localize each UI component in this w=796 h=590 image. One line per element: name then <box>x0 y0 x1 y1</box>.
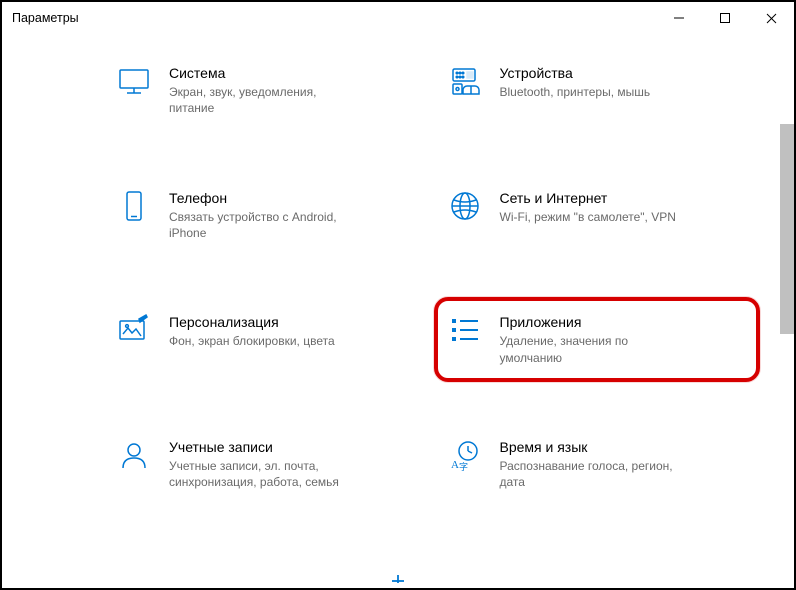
accounts-icon <box>117 438 151 472</box>
settings-content: Система Экран, звук, уведомления, питани… <box>2 34 778 588</box>
category-title: Приложения <box>500 313 680 331</box>
category-subtitle: Bluetooth, принтеры, мышь <box>500 84 651 100</box>
personalization-icon <box>117 313 151 347</box>
window-title: Параметры <box>12 11 79 25</box>
apps-icon <box>448 313 482 347</box>
maximize-button[interactable] <box>702 2 748 34</box>
category-accounts[interactable]: Учетные записи Учетные записи, эл. почта… <box>117 438 408 491</box>
window-controls <box>656 2 794 34</box>
category-network[interactable]: Сеть и Интернет Wi-Fi, режим "в самолете… <box>448 189 739 242</box>
category-title: Персонализация <box>169 313 335 331</box>
category-system[interactable]: Система Экран, звук, уведомления, питани… <box>117 64 408 117</box>
scrollbar[interactable] <box>778 34 794 588</box>
settings-window: Параметры <box>0 0 796 590</box>
scrollbar-thumb[interactable] <box>780 124 794 334</box>
partial-icon <box>386 572 410 590</box>
category-time-language[interactable]: A 字 Время и язык Распознавание голоса, р… <box>448 438 739 491</box>
category-title: Учетные записи <box>169 438 349 456</box>
category-title: Телефон <box>169 189 349 207</box>
category-title: Сеть и Интернет <box>500 189 676 207</box>
svg-text:字: 字 <box>459 461 468 472</box>
time-language-icon: A 字 <box>448 438 482 472</box>
category-title: Система <box>169 64 349 82</box>
category-subtitle: Учетные записи, эл. почта, синхронизация… <box>169 458 349 490</box>
devices-icon <box>448 64 482 98</box>
phone-icon <box>117 189 151 223</box>
svg-text:A: A <box>451 459 459 471</box>
monitor-icon <box>117 64 151 98</box>
network-icon <box>448 189 482 223</box>
titlebar: Параметры <box>2 2 794 34</box>
category-subtitle: Распознавание голоса, регион, дата <box>500 458 680 490</box>
category-subtitle: Wi-Fi, режим "в самолете", VPN <box>500 209 676 225</box>
category-apps[interactable]: Приложения Удаление, значения по умолчан… <box>434 297 761 382</box>
category-devices[interactable]: Устройства Bluetooth, принтеры, мышь <box>448 64 739 117</box>
category-title: Устройства <box>500 64 651 82</box>
category-personalization[interactable]: Персонализация Фон, экран блокировки, цв… <box>117 313 408 366</box>
category-title: Время и язык <box>500 438 680 456</box>
category-phone[interactable]: Телефон Связать устройство с Android, iP… <box>117 189 408 242</box>
minimize-button[interactable] <box>656 2 702 34</box>
close-button[interactable] <box>748 2 794 34</box>
category-subtitle: Связать устройство с Android, iPhone <box>169 209 349 241</box>
category-subtitle: Фон, экран блокировки, цвета <box>169 333 335 349</box>
category-subtitle: Удаление, значения по умолчанию <box>500 333 680 365</box>
category-subtitle: Экран, звук, уведомления, питание <box>169 84 349 116</box>
